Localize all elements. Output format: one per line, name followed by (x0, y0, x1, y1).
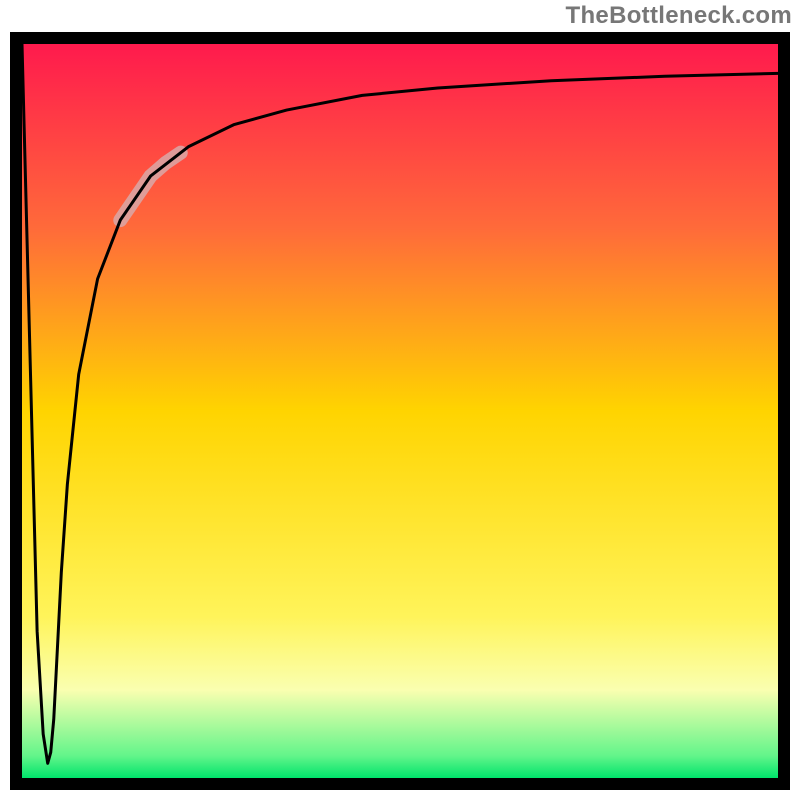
highlight-segment (120, 153, 180, 221)
watermark-text: TheBottleneck.com (566, 2, 792, 30)
curve-layer (22, 44, 778, 778)
plot-area (22, 44, 778, 778)
bottleneck-curve (22, 44, 778, 763)
chart-canvas: TheBottleneck.com (0, 0, 800, 800)
